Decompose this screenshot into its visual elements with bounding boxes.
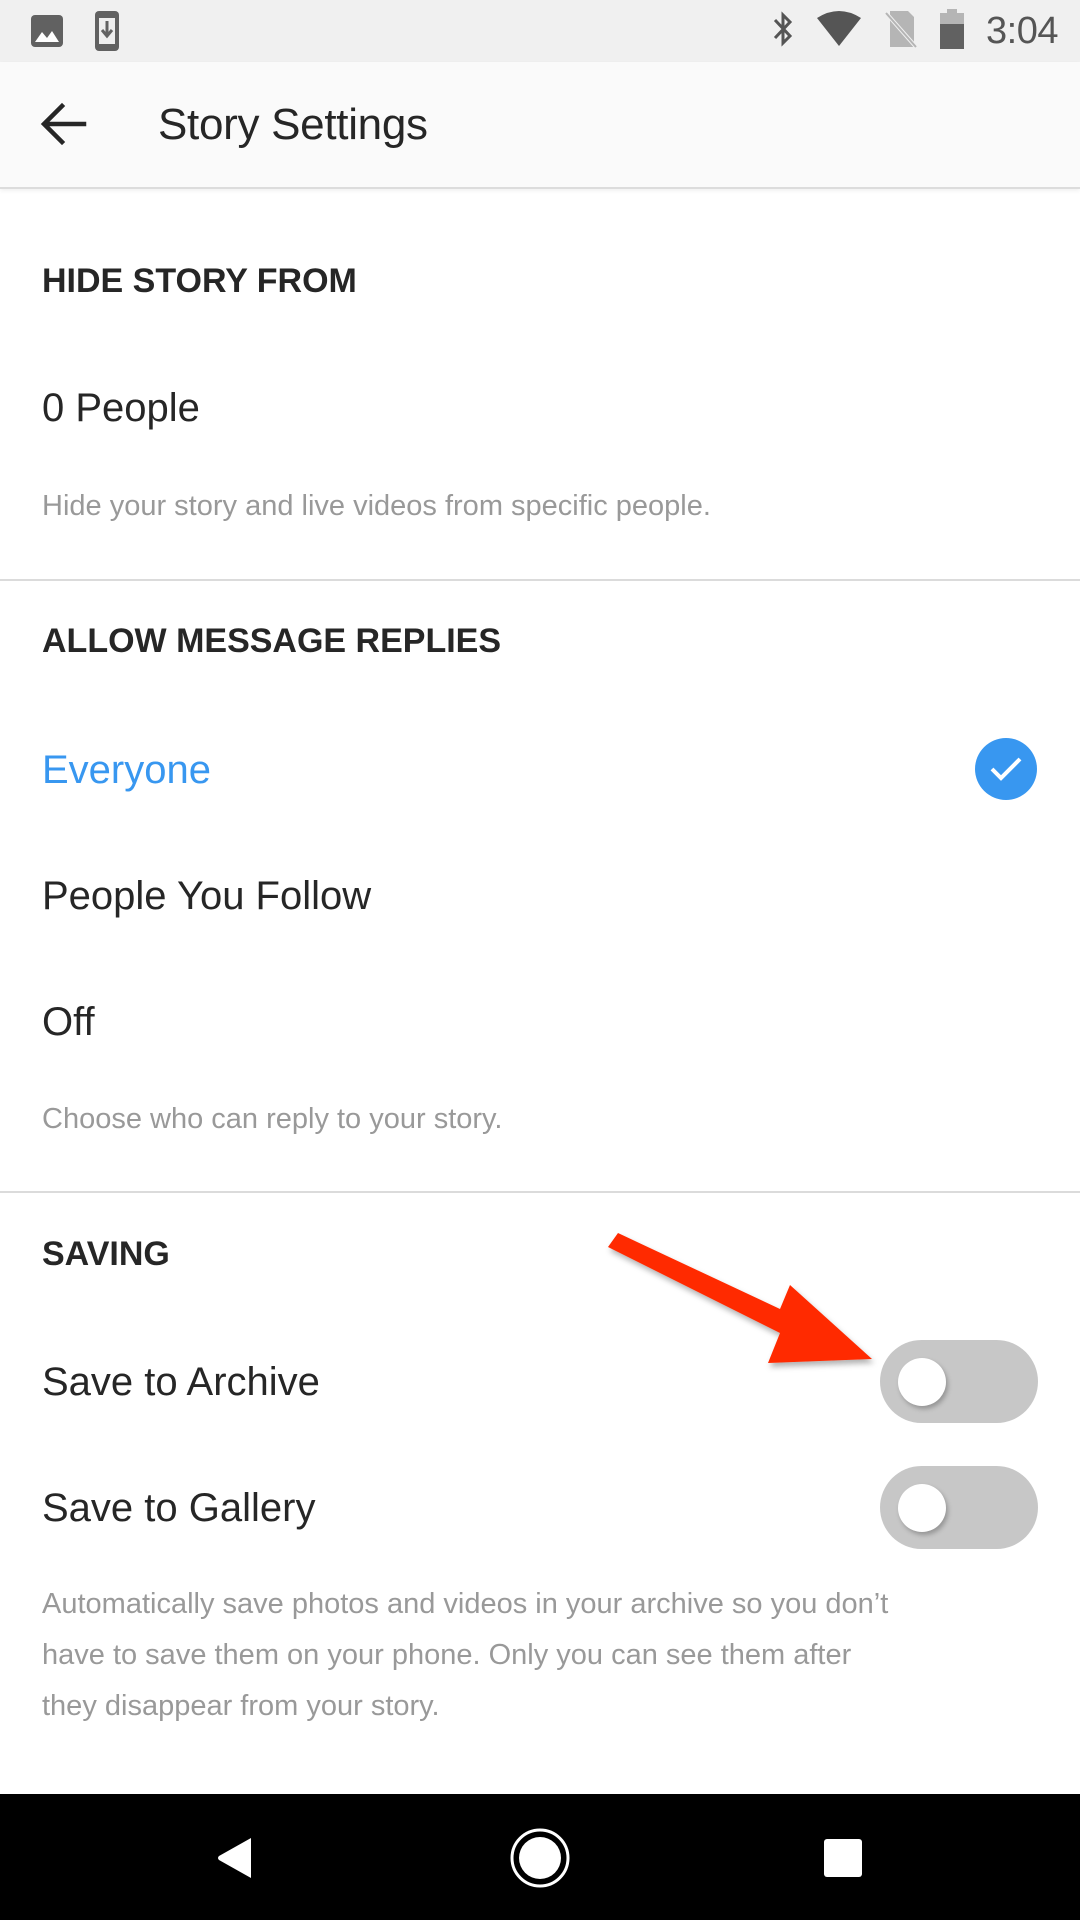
save-to-archive-label: Save to Archive xyxy=(42,1360,320,1404)
nav-recents-icon xyxy=(824,1839,862,1877)
nav-home-icon xyxy=(510,1828,570,1888)
reply-option-off[interactable]: Off xyxy=(42,1000,95,1045)
status-time: 3:04 xyxy=(986,9,1058,52)
section-header-message-replies: ALLOW MESSAGE REPLIES xyxy=(42,622,502,660)
toggle-knob xyxy=(898,1358,946,1406)
battery-icon xyxy=(940,8,965,54)
saving-hint-line: Automatically save photos and videos in … xyxy=(42,1588,889,1620)
section-header-hide-story: HIDE STORY FROM xyxy=(42,262,357,300)
status-bar: 3:04 xyxy=(0,0,1080,62)
app-header: Story Settings xyxy=(0,62,1080,189)
save-to-archive-toggle[interactable] xyxy=(880,1340,1038,1423)
image-notification-icon xyxy=(30,14,64,53)
hidden-people-count[interactable]: 0 People xyxy=(42,386,200,431)
section-divider xyxy=(0,1191,1080,1193)
bluetooth-icon xyxy=(772,10,794,53)
selected-check-icon xyxy=(975,738,1037,800)
back-button[interactable] xyxy=(36,98,92,154)
section-divider xyxy=(0,579,1080,581)
nav-recents-button[interactable] xyxy=(808,1826,878,1890)
section-header-saving: SAVING xyxy=(42,1235,170,1273)
red-arrow-annotation xyxy=(608,1233,872,1363)
reply-option-everyone[interactable]: Everyone xyxy=(42,748,211,793)
saving-hint-line: have to save them on your phone. Only yo… xyxy=(42,1639,852,1671)
nav-home-button[interactable] xyxy=(505,1826,575,1890)
toggle-knob xyxy=(898,1484,946,1532)
system-nav-bar xyxy=(0,1794,1080,1920)
nav-back-icon xyxy=(218,1838,251,1878)
arrow-left-icon xyxy=(40,102,88,151)
save-to-gallery-toggle[interactable] xyxy=(880,1466,1038,1549)
nav-back-button[interactable] xyxy=(200,1826,270,1890)
no-sim-icon xyxy=(884,9,918,54)
saving-hint: Automatically save photos and videos in … xyxy=(42,1579,888,1732)
wifi-icon xyxy=(816,10,862,53)
download-notification-icon xyxy=(94,10,120,57)
reply-option-people-you-follow[interactable]: People You Follow xyxy=(42,874,371,919)
hide-story-hint: Hide your story and live videos from spe… xyxy=(42,490,711,522)
page-title: Story Settings xyxy=(158,100,428,149)
save-to-gallery-label: Save to Gallery xyxy=(42,1486,316,1530)
saving-hint-line: they disappear from your story. xyxy=(42,1690,440,1722)
message-replies-hint: Choose who can reply to your story. xyxy=(42,1103,503,1135)
